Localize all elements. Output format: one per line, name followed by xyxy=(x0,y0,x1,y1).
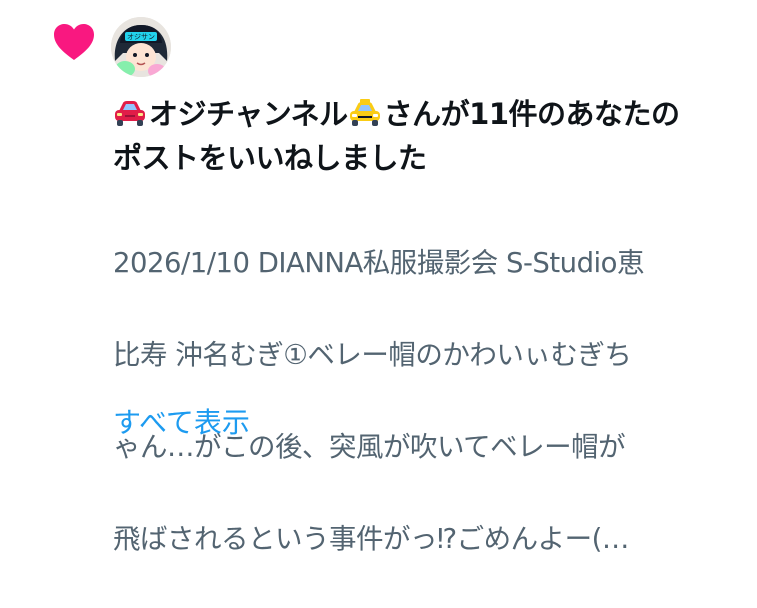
avatar-cap-text: オジサン xyxy=(127,33,155,41)
show-all-link[interactable]: すべて表示 xyxy=(113,403,250,443)
post-snippet-line-4: 飛ばされるという事件がっ⁉︎ごめんよー(… xyxy=(113,523,629,555)
notification-line-1: オジチャンネル さんが11件のあなたの xyxy=(113,92,753,136)
notification-line-2: ポストをいいねしました xyxy=(113,141,427,175)
avatar-image: オジサン xyxy=(111,17,171,77)
post-snippet[interactable]: 2026/1/10 DIANNA私服撮影会 S-Studio恵 比寿 沖名むぎ①… xyxy=(113,194,745,608)
notification-text[interactable]: オジチャンネル さんが11件のあなたの ポストをいいねしました xyxy=(113,92,753,180)
avatar[interactable]: オジサン xyxy=(111,17,171,77)
heart-icon xyxy=(54,24,94,60)
taxi-emoji xyxy=(349,99,380,126)
post-snippet-line-2: 比寿 沖名むぎ①ベレー帽のかわいぃむぎち xyxy=(113,339,632,371)
red-car-emoji xyxy=(115,101,145,126)
post-snippet-line-1: 2026/1/10 DIANNA私服撮影会 S-Studio恵 xyxy=(113,247,645,279)
channel-name[interactable]: オジチャンネル xyxy=(149,97,348,131)
notification-suffix: さんが11件のあなたの xyxy=(383,97,680,131)
